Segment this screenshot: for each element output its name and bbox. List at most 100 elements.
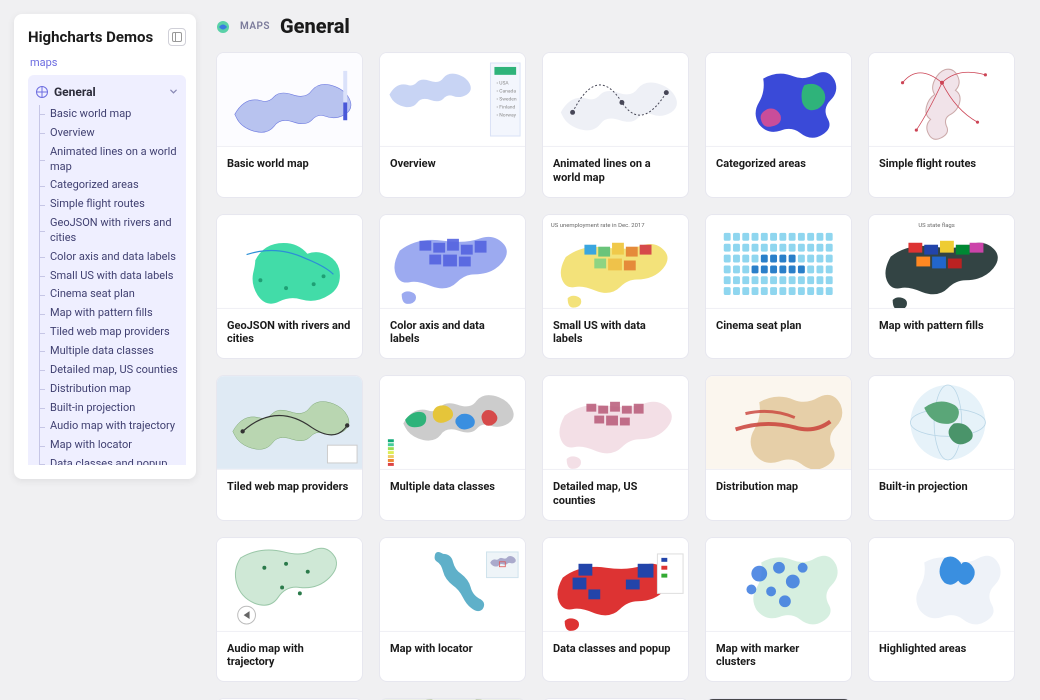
sidebar-item[interactable]: Small US with data labels [28, 267, 186, 286]
demo-card-label: Audio map with trajectory [217, 632, 362, 682]
demo-card-label: Detailed map, US counties [543, 470, 688, 520]
demo-card-label: Categorized areas [706, 147, 851, 183]
demo-card[interactable]: Distribution map [705, 375, 852, 521]
demo-card[interactable]: Built-in projection [868, 375, 1015, 521]
sidebar-item[interactable]: Categorized areas [28, 176, 186, 195]
sidebar-item[interactable]: Distribution map [28, 380, 186, 399]
page-title: General [280, 14, 350, 38]
demo-thumbnail [706, 376, 851, 470]
demo-card-label: Multiple data classes [380, 470, 525, 506]
demo-thumbnail: • USA • Canada• Sweden • Finland • Norway [380, 53, 525, 147]
demo-thumbnail [217, 53, 362, 147]
demo-grid: Basic world map • USA • Canada• Sweden • Fi… [216, 52, 1030, 700]
demo-card[interactable]: Detailed map, US counties [542, 375, 689, 521]
demo-card[interactable]: Multiple data classes [379, 375, 526, 521]
demo-thumbnail: US state flags [869, 215, 1014, 309]
svg-text:• USA: • USA [496, 81, 509, 87]
page-header: MAPS General [216, 14, 1030, 38]
demo-card-label: Map with locator [380, 632, 525, 668]
demo-thumbnail [706, 538, 851, 632]
demo-thumbnail [543, 538, 688, 632]
sidebar-item[interactable]: Map with locator [28, 436, 186, 455]
demo-card-label: Data classes and popup [543, 632, 688, 668]
demo-card[interactable]: Categorized areas [705, 52, 852, 198]
demo-thumbnail [869, 538, 1014, 632]
svg-text:US state flags: US state flags [918, 221, 954, 228]
demo-thumbnail [543, 376, 688, 470]
svg-text:• Sweden: • Sweden [496, 96, 516, 102]
sidebar-item[interactable]: Multiple data classes [28, 342, 186, 361]
demo-thumbnail [380, 538, 525, 632]
svg-text:• Canada: • Canada [496, 89, 516, 95]
demo-card[interactable]: US state flags Map with pattern fills [868, 214, 1015, 360]
sidebar-item[interactable]: Data classes and popup [28, 455, 186, 465]
tree-section-label: General [54, 85, 96, 99]
demo-card-label: Map with pattern fills [869, 309, 1014, 345]
demo-thumbnail [217, 376, 362, 470]
demo-card[interactable]: US unemployment rate in Dec. 2017 Small U… [542, 214, 689, 360]
sidebar-item[interactable]: Tiled web map providers [28, 323, 186, 342]
demo-card[interactable]: Data classes and popup [542, 537, 689, 683]
demo-card-label: Map with marker clusters [706, 632, 851, 682]
demo-card[interactable]: Cinema seat plan [705, 214, 852, 360]
demo-card[interactable]: Map with marker clusters [705, 537, 852, 683]
sidebar-tree: General Basic world mapOverviewAnimated … [28, 75, 186, 465]
sidebar-item[interactable]: Overview [28, 124, 186, 143]
demo-card-label: Built-in projection [869, 470, 1014, 506]
svg-text:• Norway: • Norway [496, 112, 516, 118]
demo-card[interactable]: GeoJSON with rivers and cities [216, 214, 363, 360]
demo-card-label: GeoJSON with rivers and cities [217, 309, 362, 359]
demo-card-label: Tiled web map providers [217, 470, 362, 506]
page-crumb: MAPS [240, 21, 270, 32]
demo-card[interactable]: • USA • Canada• Sweden • Finland • Norway Ov… [379, 52, 526, 198]
demo-thumbnail [869, 376, 1014, 470]
demo-card-label: Small US with data labels [543, 309, 688, 359]
demo-thumbnail [543, 53, 688, 147]
maps-product-icon [216, 19, 230, 33]
collapse-sidebar-button[interactable] [168, 28, 186, 46]
demo-thumbnail [380, 376, 525, 470]
demo-card[interactable]: Highlighted areas [868, 537, 1015, 683]
demo-thumbnail [706, 215, 851, 309]
panel-collapse-icon [172, 32, 182, 42]
demo-card-label: Basic world map [217, 147, 362, 183]
demo-card[interactable]: Simple flight routes [868, 52, 1015, 198]
sidebar-item[interactable]: Simple flight routes [28, 195, 186, 214]
demo-thumbnail [869, 53, 1014, 147]
demo-thumbnail [380, 215, 525, 309]
chevron-down-icon [169, 85, 178, 99]
sidebar-item[interactable]: GeoJSON with rivers and cities [28, 214, 186, 248]
demo-card-label: Simple flight routes [869, 147, 1014, 183]
demo-card[interactable]: Audio map with trajectory [216, 537, 363, 683]
demo-card[interactable]: Color axis and data labels [379, 214, 526, 360]
sidebar-item[interactable]: Animated lines on a world map [28, 143, 186, 177]
sidebar-item[interactable]: Cinema seat plan [28, 285, 186, 304]
demo-card[interactable]: Tiled web map providers [216, 375, 363, 521]
sidebar-item[interactable]: Color axis and data labels [28, 248, 186, 267]
sidebar-item[interactable]: Built-in projection [28, 399, 186, 418]
svg-text:US unemployment rate in Dec. 2: US unemployment rate in Dec. 2017 [551, 222, 645, 228]
demo-card[interactable]: Animated lines on a world map [542, 52, 689, 198]
sidebar: Highcharts Demos maps General Basic worl… [14, 14, 196, 479]
tree-section-general[interactable]: General [28, 81, 186, 103]
demo-card-label: Animated lines on a world map [543, 147, 688, 197]
sidebar-title: Highcharts Demos [28, 28, 153, 46]
demo-card[interactable]: Basic world map [216, 52, 363, 198]
svg-text:• Finland: • Finland [496, 104, 515, 110]
demo-thumbnail [706, 53, 851, 147]
breadcrumb[interactable]: maps [28, 56, 186, 69]
demo-thumbnail [217, 538, 362, 632]
demo-thumbnail: US unemployment rate in Dec. 2017 [543, 215, 688, 309]
demo-card-label: Cinema seat plan [706, 309, 851, 345]
sidebar-item[interactable]: Map with pattern fills [28, 304, 186, 323]
sidebar-item[interactable]: Audio map with trajectory [28, 417, 186, 436]
demo-card-label: Highlighted areas [869, 632, 1014, 668]
sidebar-item[interactable]: Basic world map [28, 105, 186, 124]
demo-card[interactable]: Map with locator [379, 537, 526, 683]
sidebar-item[interactable]: Detailed map, US counties [28, 361, 186, 380]
demo-card-label: Color axis and data labels [380, 309, 525, 359]
main-content: MAPS General Basic world map • USA • Canad… [216, 14, 1040, 700]
demo-card-label: Distribution map [706, 470, 851, 506]
demo-card-label: Overview [380, 147, 525, 183]
demo-thumbnail [217, 215, 362, 309]
